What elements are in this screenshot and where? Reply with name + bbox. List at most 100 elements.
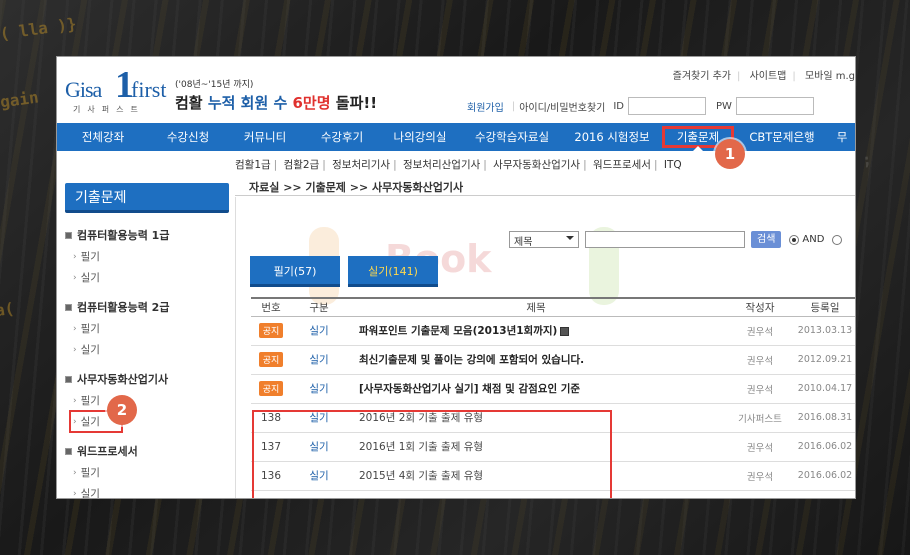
id-label: ID (613, 100, 625, 112)
nav-my-classroom[interactable]: 나의강의실 (381, 123, 459, 151)
nav-exam-info[interactable]: 2016 시험정보 (565, 123, 659, 151)
exam-type-tabs: 필기(57) 실기(141) (250, 256, 446, 287)
search-button[interactable]: 검색 (751, 231, 782, 248)
chevron-right-icon: › (73, 416, 77, 427)
id-input[interactable] (628, 97, 707, 115)
sidebar-category[interactable]: 컴퓨터활용능력 2급 (65, 299, 229, 315)
chevron-right-icon: › (73, 344, 77, 355)
divider (235, 195, 855, 196)
sidebar-item-practical[interactable]: › 실기 (73, 270, 229, 285)
and-radio[interactable] (789, 234, 800, 245)
sidebar-item-written[interactable]: › 필기 (73, 393, 229, 408)
nav-all-courses[interactable]: 전체강좌 (57, 123, 149, 151)
bullet-icon (65, 303, 72, 311)
row-author: 권우석 (725, 345, 795, 375)
row-title[interactable]: 2015년 4회 기출 출제 유형 (347, 461, 725, 491)
row-title[interactable]: 파워포인트 기출문제 모음(2013년1회까지) (347, 316, 725, 346)
promo-mid: 누적 회원 수 (207, 94, 293, 112)
nav-cbt-bank[interactable]: CBT문제은행 (737, 123, 827, 151)
row-number: 138 (251, 403, 291, 433)
sidebar-item-written[interactable]: › 필기 (73, 249, 229, 264)
subnav-item[interactable]: ITQ (664, 159, 682, 171)
browser-content: Gisa 1 first 기사퍼스트 ('08년~'15년 까지) 컴활 누적 … (56, 56, 856, 499)
breadcrumb: 자료실 >> 기출문제 >> 사무자동화산업기사 (249, 181, 464, 194)
row-author: 권우석 (725, 432, 795, 462)
sidebar-category-label: 워드프로세서 (77, 445, 138, 458)
row-title[interactable]: [사무자동화산업기사 실기] 채점 및 감점요인 기준 (347, 374, 725, 404)
chevron-right-icon: › (73, 488, 77, 499)
nav-more[interactable]: 무 (827, 123, 855, 151)
bullet-icon (65, 375, 72, 383)
notice-badge: 공지 (258, 352, 284, 367)
signup-link[interactable]: 회원가입 (467, 99, 504, 114)
find-account-link[interactable]: 아이디/비밀번호찾기 (519, 99, 605, 114)
tab-written[interactable]: 필기(57) (250, 256, 340, 287)
select-value: 제목 (514, 237, 533, 248)
search-field-select[interactable]: 제목 (509, 231, 579, 248)
subnav-item[interactable]: 워드프로세서 (593, 159, 651, 171)
sidebar-category[interactable]: 사무자동화산업기사 (65, 371, 229, 387)
column-header: 제목 (347, 297, 725, 317)
subnav-item[interactable]: 컴활2급 (284, 159, 320, 171)
background-code-text: {( lla )} (0, 14, 78, 45)
row-date: 2013.03.13 (795, 316, 855, 346)
row-author: 권우석 (725, 316, 795, 346)
column-header: 등록일 (795, 297, 855, 317)
mobile-link[interactable]: 모바일 m.g (805, 71, 855, 82)
callout-badge-2: 2 (107, 395, 137, 425)
sidebar-category[interactable]: 워드프로세서 (65, 443, 229, 459)
sidebar-category-label: 컴퓨터활용능력 1급 (77, 229, 170, 242)
sidebar: 기출문제 컴퓨터활용능력 1급 › 필기 › 실기 컴퓨터활용능력 2급 › 필기 ›… (65, 183, 229, 499)
row-title[interactable]: 2016년 1회 기출 출제 유형 (347, 432, 725, 462)
sidebar-item-practical[interactable]: › 실기 (73, 342, 229, 357)
row-date: 2016.06.02 (795, 461, 855, 491)
subnav-item[interactable]: 정보처리기사 (332, 159, 390, 171)
chevron-right-icon: › (73, 323, 77, 334)
sidebar-category[interactable]: 컴퓨터활용능력 1급 (65, 227, 229, 243)
table-row[interactable]: 136 실기 2015년 4회 기출 출제 유형 권우석 2016.06.02 (251, 461, 855, 491)
background-code-text: a( (0, 298, 16, 321)
subnav-item[interactable]: 정보처리산업기사 (403, 159, 480, 171)
site-logo[interactable]: Gisa 1 first 기사퍼스트 (65, 61, 177, 114)
sidebar-category-label: 컴퓨터활용능력 2급 (77, 301, 170, 314)
table-row[interactable]: 공지 실기 최신기출문제 및 풀이는 강의에 포함되어 있습니다. 권우석 20… (251, 345, 855, 375)
table-row[interactable]: 137 실기 2016년 1회 기출 출제 유형 권우석 2016.06.02 (251, 432, 855, 462)
row-date: 2010.04.17 (795, 374, 855, 404)
row-kind: 실기 (291, 403, 347, 433)
row-title[interactable]: 2016년 2회 기출 출제 유형 (347, 403, 725, 433)
tab-practical[interactable]: 실기(141) (348, 256, 438, 287)
table-row[interactable]: 공지 실기 [사무자동화산업기사 실기] 채점 및 감점요인 기준 권우석 20… (251, 374, 855, 404)
nav-materials[interactable]: 수강학습자료실 (459, 123, 565, 151)
sidebar-item-label: 필기 (80, 395, 100, 407)
sitemap-link[interactable]: 사이트맵 (750, 71, 787, 82)
pw-input[interactable] (735, 97, 814, 115)
search-input[interactable] (585, 231, 745, 248)
row-title-text: 파워포인트 기출문제 모음(2013년1회까지) (359, 325, 558, 337)
sidebar-item-label: 필기 (80, 323, 100, 335)
sidebar-item-written[interactable]: › 필기 (73, 465, 229, 480)
notice-badge: 공지 (258, 381, 284, 396)
sidebar-item-written[interactable]: › 필기 (73, 321, 229, 336)
bullet-icon (65, 231, 72, 239)
table-row[interactable]: 공지 실기 파워포인트 기출문제 모음(2013년1회까지) 권우석 2013.… (251, 316, 855, 346)
row-title[interactable]: 최신기출문제 및 풀이는 강의에 포함되어 있습니다. (347, 345, 725, 375)
divider (235, 197, 236, 498)
promo-headline: 컴활 누적 회원 수 6만명 돌파!! (175, 92, 377, 113)
nav-community[interactable]: 커뮤니티 (227, 123, 303, 151)
nav-reviews[interactable]: 수강후기 (303, 123, 381, 151)
sidebar-item-label: 실기 (80, 416, 100, 428)
table-row[interactable]: 138 실기 2016년 2회 기출 출제 유형 기사퍼스트 2016.08.3… (251, 403, 855, 433)
login-bar: 회원가입 | 아이디/비밀번호찾기 ID PW (467, 97, 824, 115)
sidebar-item-label: 실기 (80, 488, 100, 499)
background-code-text: ; (860, 149, 873, 170)
pw-label: PW (716, 100, 732, 112)
and-label: AND (802, 234, 825, 245)
subnav-item[interactable]: 사무자동화산업기사 (493, 159, 580, 171)
nav-enroll[interactable]: 수강신청 (149, 123, 227, 151)
subnav-item[interactable]: 컴활1급 (235, 159, 271, 171)
or-radio[interactable] (832, 234, 843, 245)
row-kind: 실기 (291, 461, 347, 491)
bookmark-link[interactable]: 즐겨찾기 추가 (673, 71, 731, 82)
sidebar-item-label: 필기 (80, 251, 100, 263)
sidebar-item-practical[interactable]: › 실기 (73, 486, 229, 499)
